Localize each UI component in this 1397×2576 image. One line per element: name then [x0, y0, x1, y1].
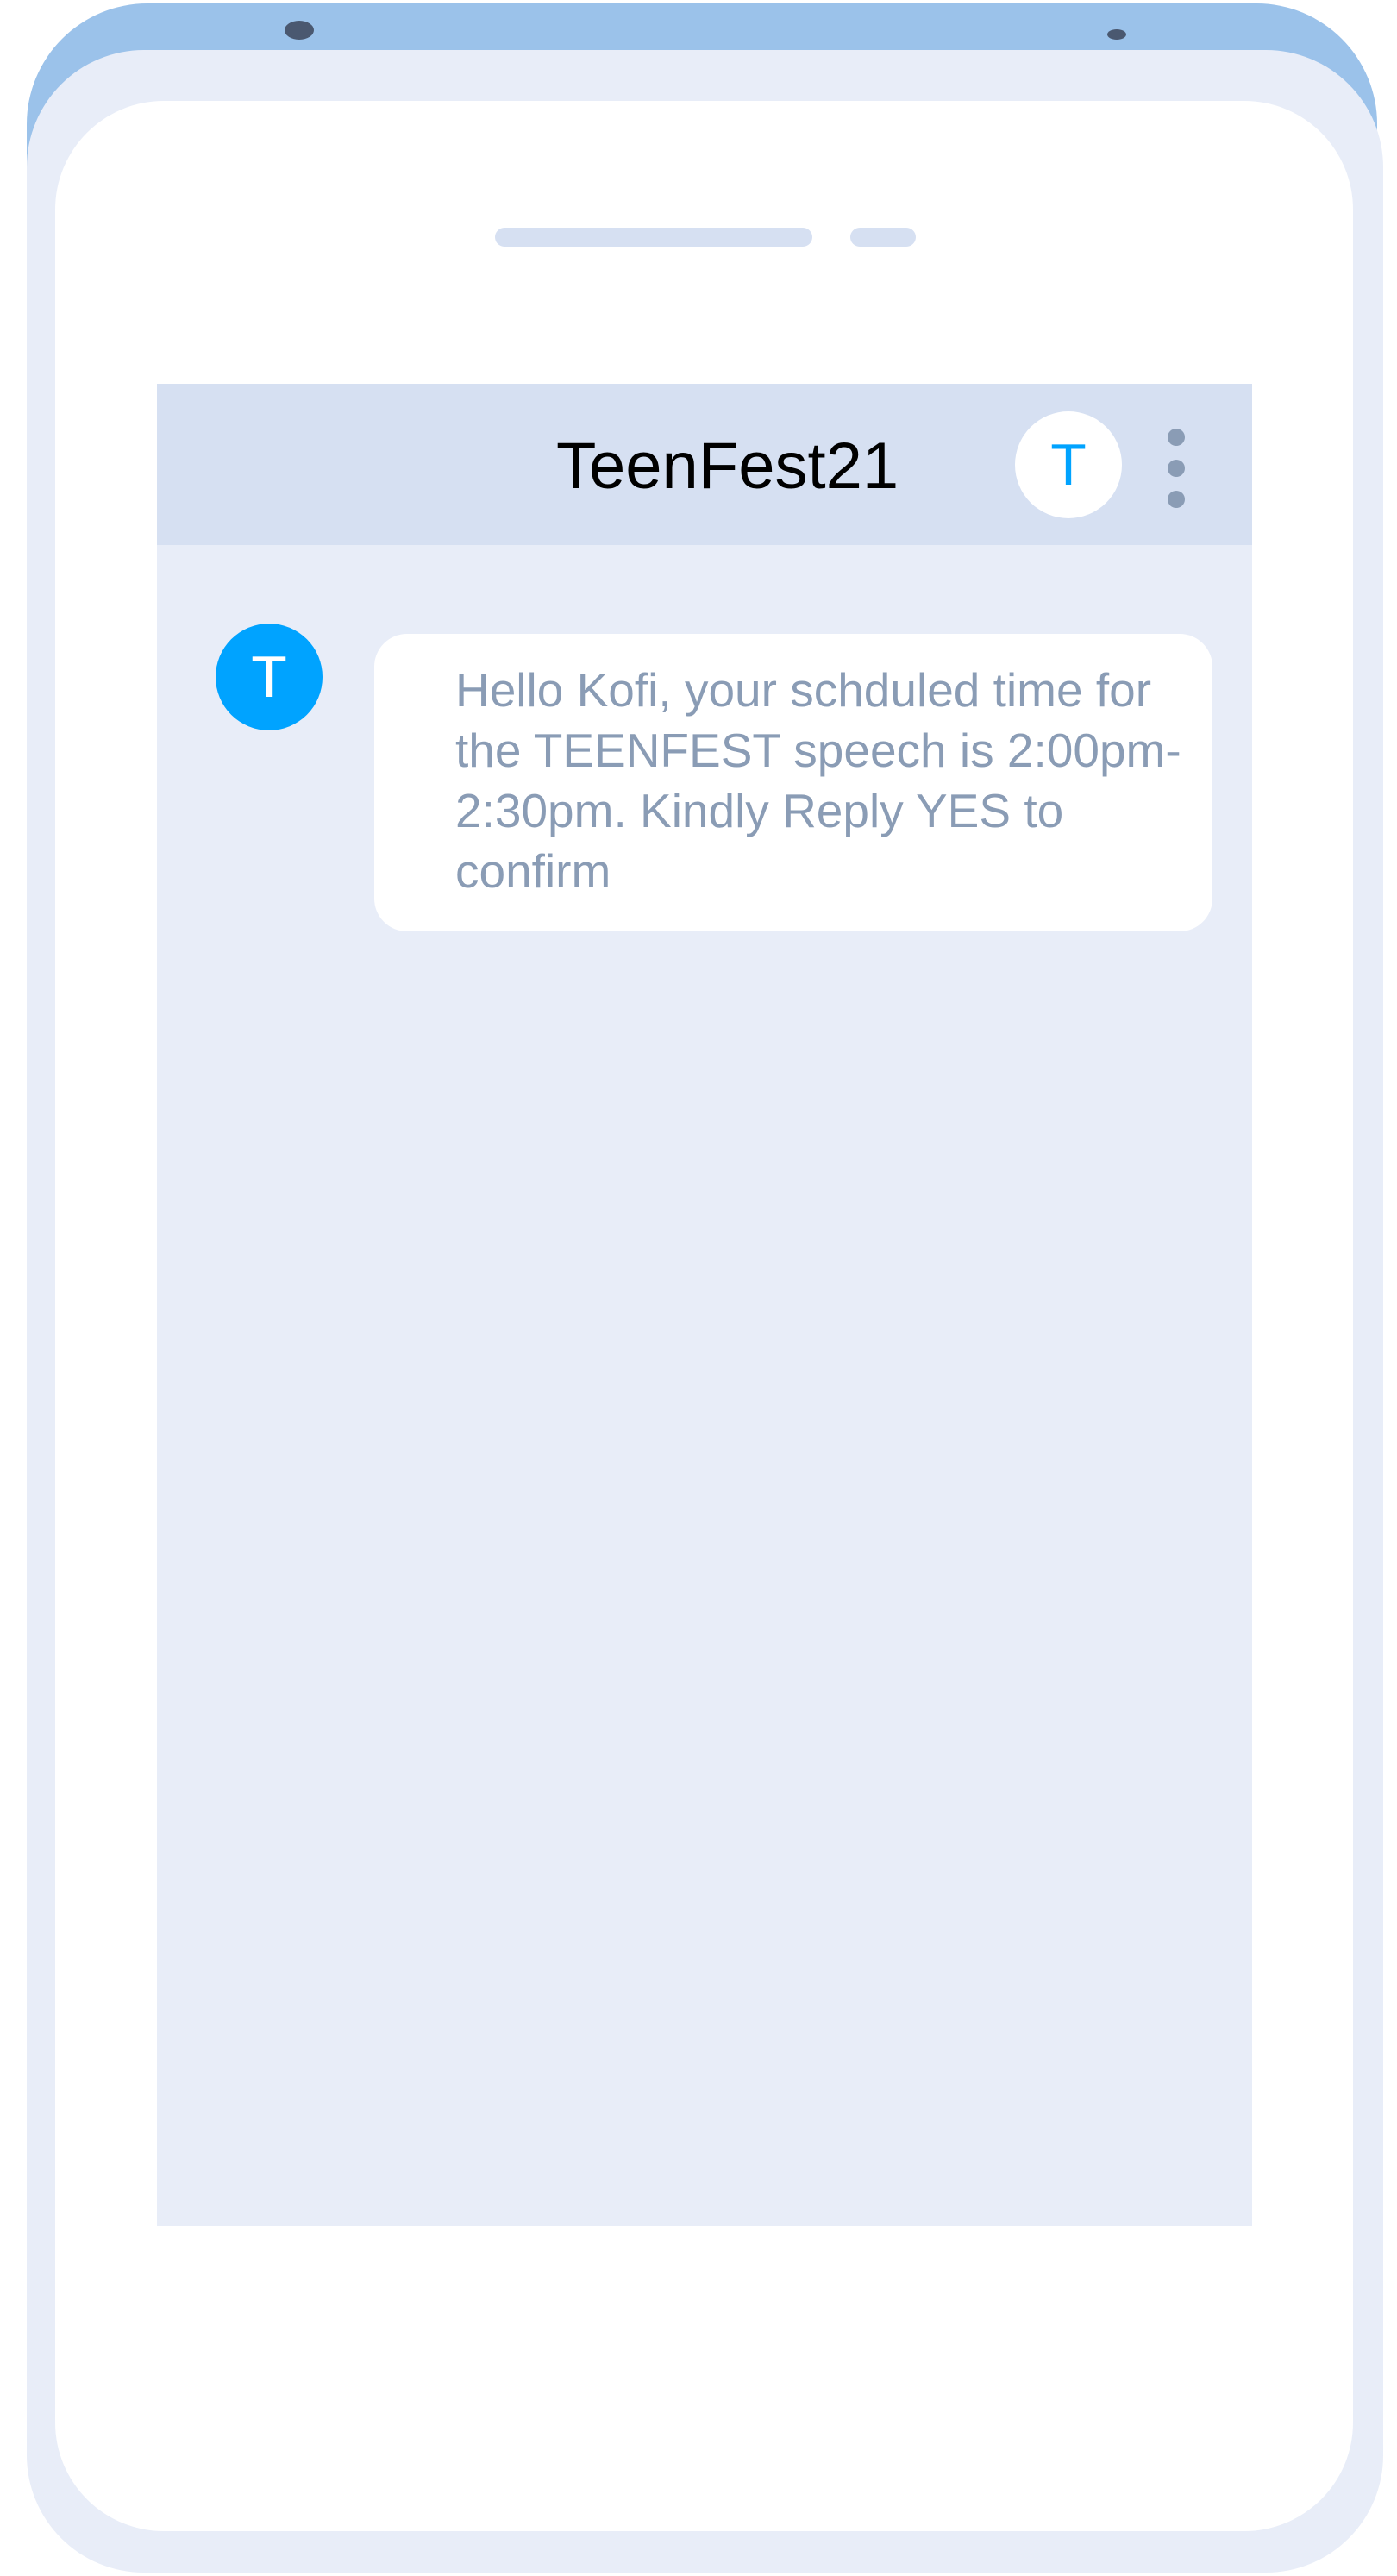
more-options-icon[interactable] [1159, 422, 1193, 511]
chat-header: TeenFest21 T [157, 384, 1252, 545]
menu-dot [1168, 491, 1185, 508]
menu-dot [1168, 460, 1185, 477]
speaker-grille [495, 228, 812, 247]
sensor-icon [1107, 29, 1126, 40]
chat-title: TeenFest21 [556, 429, 899, 503]
contact-avatar[interactable]: T [1015, 411, 1122, 518]
message-text: Hello Kofi, your schduled time for the T… [455, 663, 1181, 898]
menu-dot [1168, 429, 1185, 446]
sender-avatar[interactable]: T [216, 624, 323, 730]
camera-icon [285, 21, 314, 40]
message-bubble[interactable]: Hello Kofi, your schduled time for the T… [374, 634, 1212, 931]
proximity-sensor [850, 228, 916, 247]
chat-panel: TeenFest21 T T Hello Kofi, your schduled… [157, 384, 1252, 2226]
